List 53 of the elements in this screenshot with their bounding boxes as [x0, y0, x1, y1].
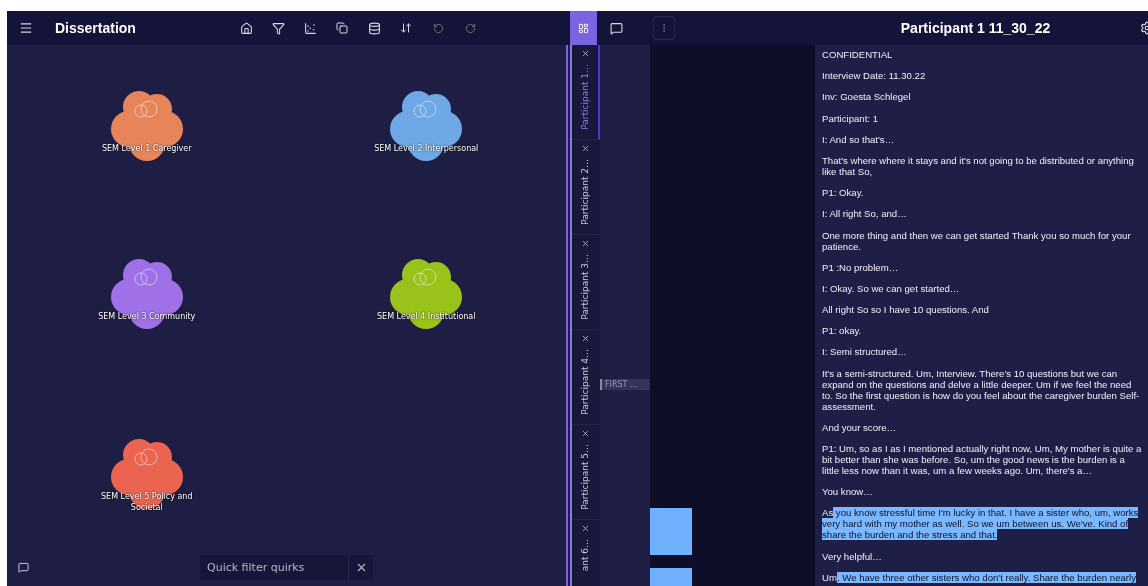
code-margin-tag[interactable]: FIRST ...	[600, 379, 650, 390]
transcript-paragraph: I: Semi structured…	[822, 346, 908, 358]
close-icon[interactable]	[580, 429, 590, 438]
comment-icon	[609, 21, 623, 35]
coding-stripe	[650, 567, 692, 586]
document-tab[interactable]: Participant 4…	[572, 330, 600, 425]
transcript-paragraph: I: All right So, and…	[822, 208, 908, 220]
project-title: Dissertation	[55, 20, 137, 36]
transcript-paragraph: And your score…	[822, 421, 898, 433]
transcript-paragraph: P1: okay.	[822, 325, 863, 337]
close-icon[interactable]	[580, 334, 590, 343]
transcript-paragraph: Um. We have three other sisters who don't really. Share the burden nearly	[822, 571, 1137, 583]
transcript-paragraph: CONFIDENTIAL	[822, 49, 894, 60]
document-tab[interactable]: ant 6…	[572, 520, 600, 586]
transcript-paragraph: One more thing and then we can get started Thank you so much for your patience.	[822, 229, 1132, 252]
coding-stripe	[650, 508, 692, 555]
transcript-paragraph: That's where where it stays and it's not going to be distributed or anything like that So,	[822, 154, 1135, 177]
undo-icon	[432, 22, 444, 34]
transcript-paragraph: All right So so I have 10 questions. And	[822, 304, 990, 316]
transcript-paragraph: It's a semi-structured. Um, Interview. There's 10 questions but we can expand on the questions and delve a little deeper. Um if we feel the need to. So the first question is how do you feel about the caregiver burden Self-assessment.	[822, 367, 1141, 412]
transcript-paragraph: Very helpful…	[822, 550, 883, 562]
transcript-paragraph: P1: Um, so as I as I mentioned actually right now, Um, My mother is quite a bit better than she was before. So, um the good news is the burden is a little less now than it was, um a few weeks ago. Um, there's a…	[822, 443, 1142, 476]
transcript-paragraph: Participant: 1	[822, 112, 879, 124]
menu-icon	[19, 21, 33, 35]
transcript-paragraph: As you know stressful time I'm lucky in that. I have a sister who, um, works very hard with my mother as well. So we um between us. We've. Kind of share the burden and the stress and that.	[822, 507, 1140, 541]
quick-filter-field[interactable]: Quick filter quirks	[200, 555, 348, 580]
document-tab[interactable]: Participant 3…	[572, 235, 600, 330]
scatter-chart-icon	[303, 21, 317, 35]
transcript-paragraph: P1 :No problem…	[822, 261, 900, 273]
document-tab[interactable]: Participant 5…	[572, 425, 600, 520]
filter-icon	[271, 21, 285, 35]
sort-icon	[400, 22, 412, 34]
layout-icon	[578, 22, 589, 34]
database-icon	[367, 21, 381, 35]
transcript-paragraph: Inv: Goesta Schlegel	[822, 91, 912, 103]
transcript-paragraph: Interview Date: 11.30.22	[822, 70, 927, 82]
layout-button[interactable]	[570, 11, 597, 45]
comment-icon	[17, 562, 29, 573]
close-icon[interactable]	[580, 239, 590, 248]
transcript-paragraph: I: And so that's…	[822, 133, 896, 145]
home-icon	[239, 21, 253, 35]
document-tab[interactable]: Participant 1…	[572, 45, 600, 140]
close-icon[interactable]	[580, 524, 590, 533]
transcript-paragraph: I: Okay. So we can get started…	[822, 282, 961, 294]
copy-icon	[336, 22, 348, 34]
document-tab[interactable]: Participant 2…	[572, 140, 600, 235]
close-icon[interactable]	[580, 49, 590, 58]
transcript-paragraph: You know…	[822, 486, 874, 498]
transcript-paragraph: P1: Okay.	[822, 187, 865, 199]
close-icon[interactable]	[580, 144, 590, 153]
redo-icon	[464, 22, 476, 34]
document-title: Participant 1 11_30_22	[899, 20, 1052, 36]
clear-button[interactable]	[348, 555, 373, 580]
